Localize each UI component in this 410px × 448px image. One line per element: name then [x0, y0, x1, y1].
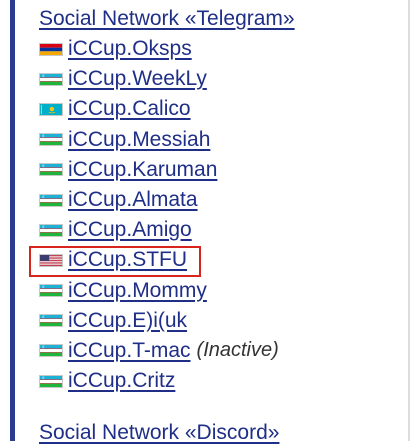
list-item: iCCup.T-mac (Inactive)	[39, 336, 404, 366]
telegram-member-list: iCCup.Oksps iCCup.WeekLy iCCup.Calico iCCup…	[39, 34, 404, 396]
list-item: iCCup.Critz	[39, 366, 404, 396]
member-link[interactable]: iCCup.Karuman	[68, 157, 217, 183]
member-link[interactable]: iCCup.Calico	[68, 96, 191, 122]
discord-section: Social Network «Discord»	[39, 418, 279, 448]
list-item: iCCup.Calico	[39, 94, 404, 124]
telegram-section-title[interactable]: Social Network «Telegram»	[39, 4, 404, 34]
selected-item-highlight	[29, 246, 201, 277]
uzbekistan-flag-icon	[39, 163, 63, 177]
uzbekistan-flag-icon	[39, 314, 63, 328]
list-item: iCCup.Karuman	[39, 155, 404, 185]
member-link[interactable]: iCCup.Oksps	[68, 36, 192, 62]
uzbekistan-flag-icon	[39, 133, 63, 147]
member-link[interactable]: iCCup.Almata	[68, 187, 198, 213]
list-item: iCCup.E)i(uk	[39, 306, 404, 336]
list-item: iCCup.Almata	[39, 185, 404, 215]
member-link[interactable]: iCCup.WeekLy	[68, 66, 207, 92]
telegram-section: Social Network «Telegram» iCCup.Oksps iCC…	[39, 4, 404, 396]
discord-section-title[interactable]: Social Network «Discord»	[39, 418, 279, 448]
list-item: iCCup.Amigo	[39, 215, 404, 245]
uzbekistan-flag-icon	[39, 193, 63, 207]
uzbekistan-flag-icon	[39, 72, 63, 86]
list-item: iCCup.Messiah	[39, 125, 404, 155]
uzbekistan-flag-icon	[39, 344, 63, 358]
member-link[interactable]: iCCup.Messiah	[68, 127, 210, 153]
list-item: iCCup.WeekLy	[39, 64, 404, 94]
uzbekistan-flag-icon	[39, 284, 63, 298]
section-side-bar	[10, 0, 15, 441]
member-link[interactable]: iCCup.Amigo	[68, 217, 192, 243]
member-link[interactable]: iCCup.T-mac	[68, 338, 191, 364]
member-link[interactable]: iCCup.E)i(uk	[68, 308, 187, 334]
uzbekistan-flag-icon	[39, 374, 63, 388]
member-link[interactable]: iCCup.Mommy	[68, 278, 207, 304]
kazakhstan-flag-icon	[39, 102, 63, 116]
list-item: iCCup.Oksps	[39, 34, 404, 64]
uzbekistan-flag-icon	[39, 223, 63, 237]
status-note: (Inactive)	[196, 339, 279, 362]
armenia-flag-icon	[39, 42, 63, 56]
member-link[interactable]: iCCup.Critz	[68, 368, 175, 394]
list-item: iCCup.Mommy	[39, 276, 404, 306]
